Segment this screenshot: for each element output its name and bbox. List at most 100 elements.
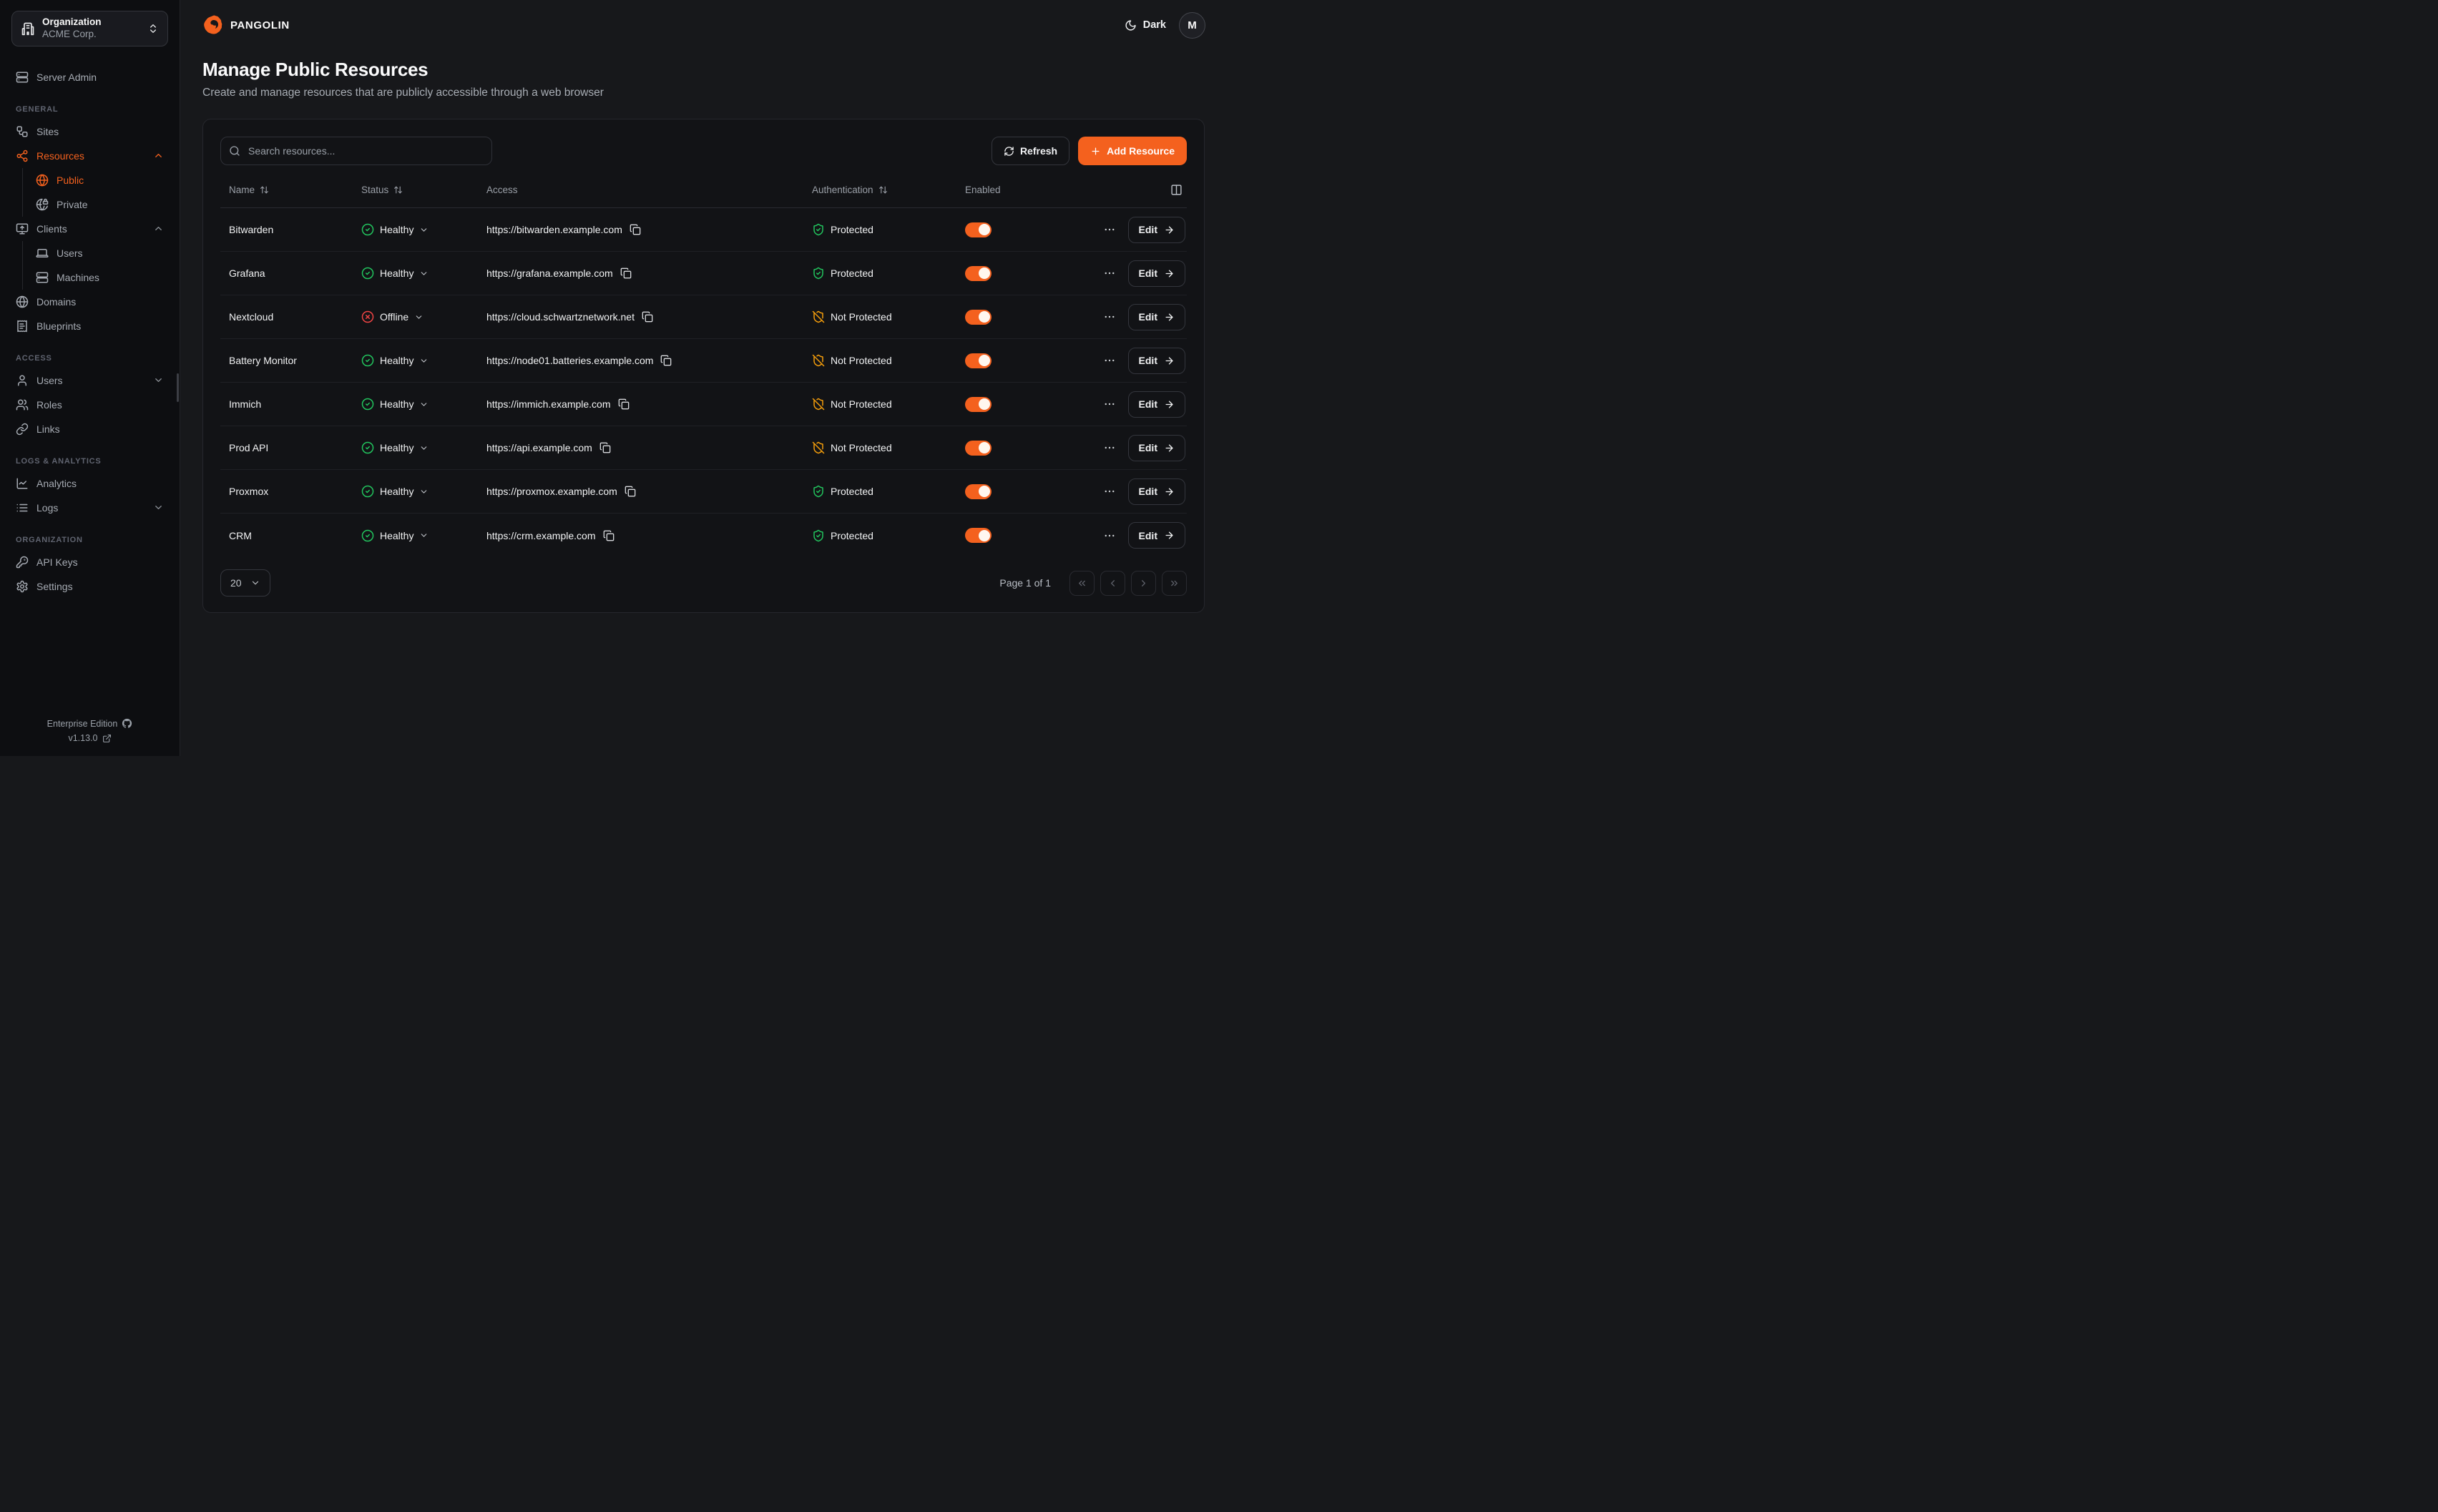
building-icon	[21, 21, 35, 36]
sidebar-item-api-keys[interactable]: API Keys	[11, 550, 168, 574]
enabled-toggle[interactable]	[965, 222, 992, 237]
organization-selector[interactable]: Organization ACME Corp.	[11, 11, 168, 46]
sidebar-item-server-admin[interactable]: Server Admin	[11, 65, 168, 89]
sidebar-item-clients[interactable]: Clients	[11, 217, 168, 241]
sidebar-item-analytics[interactable]: Analytics	[11, 471, 168, 496]
edit-button[interactable]: Edit	[1128, 217, 1185, 243]
version-link[interactable]: v1.13.0	[11, 733, 168, 743]
page-size-select[interactable]: 20	[220, 569, 270, 597]
row-menu-button[interactable]	[1103, 223, 1116, 236]
enabled-toggle[interactable]	[965, 528, 992, 543]
sidebar-item-roles[interactable]: Roles	[11, 393, 168, 417]
page-title: Manage Public Resources	[202, 59, 1205, 81]
copy-url-button[interactable]	[618, 398, 630, 410]
edit-button[interactable]: Edit	[1128, 348, 1185, 374]
status-dropdown[interactable]: Healthy	[361, 267, 429, 280]
gear-icon	[16, 580, 29, 593]
next-page-button[interactable]	[1131, 571, 1156, 596]
edit-button[interactable]: Edit	[1128, 522, 1185, 549]
copy-url-button[interactable]	[642, 311, 653, 323]
status-dropdown[interactable]: Healthy	[361, 485, 429, 498]
section-label-logs-analytics: LOGS & ANALYTICS	[16, 457, 164, 466]
copy-url-button[interactable]	[620, 267, 632, 279]
arrow-right-icon	[1164, 312, 1175, 323]
previous-page-button[interactable]	[1100, 571, 1125, 596]
refresh-label: Refresh	[1020, 145, 1057, 157]
chevron-down-icon	[419, 531, 429, 540]
sidebar-item-users[interactable]: Users	[11, 368, 168, 393]
edit-button[interactable]: Edit	[1128, 391, 1185, 418]
external-link-icon	[102, 734, 112, 743]
page-size-value: 20	[230, 577, 242, 589]
chevrons-left-icon	[1077, 578, 1087, 589]
copy-url-button[interactable]	[603, 530, 615, 541]
column-visibility-button[interactable]	[1170, 184, 1183, 196]
edit-button[interactable]: Edit	[1128, 260, 1185, 287]
table-row: Bitwarden Healthy https://bitwarden.exam…	[220, 208, 1187, 252]
enabled-toggle[interactable]	[965, 484, 992, 499]
authentication-label: Protected	[831, 224, 873, 235]
link-icon	[16, 423, 29, 436]
shield-check-icon	[812, 529, 825, 542]
status-dropdown[interactable]: Healthy	[361, 223, 429, 236]
sidebar-item-links[interactable]: Links	[11, 417, 168, 441]
sidebar-item-resources[interactable]: Resources	[11, 144, 168, 168]
copy-url-button[interactable]	[625, 486, 636, 497]
chevron-down-icon	[414, 313, 424, 322]
sidebar-item-machines[interactable]: Machines	[31, 265, 168, 290]
status-dropdown[interactable]: Healthy	[361, 441, 429, 454]
arrow-right-icon	[1164, 399, 1175, 410]
status-label: Healthy	[380, 530, 413, 541]
enabled-toggle[interactable]	[965, 397, 992, 412]
last-page-button[interactable]	[1162, 571, 1187, 596]
add-resource-button[interactable]: Add Resource	[1078, 137, 1187, 165]
enabled-toggle[interactable]	[965, 266, 992, 281]
edit-button-label: Edit	[1139, 398, 1157, 410]
edit-button[interactable]: Edit	[1128, 478, 1185, 505]
sort-by-authentication[interactable]: Authentication	[812, 185, 888, 195]
sidebar-item-logs[interactable]: Logs	[11, 496, 168, 520]
sidebar-item-sites[interactable]: Sites	[11, 119, 168, 144]
row-menu-button[interactable]	[1103, 398, 1116, 411]
sidebar-item-blueprints[interactable]: Blueprints	[11, 314, 168, 338]
first-page-button[interactable]	[1069, 571, 1095, 596]
sidebar-item-public[interactable]: Public	[31, 168, 168, 192]
sidebar-item-clients-users[interactable]: Users	[31, 241, 168, 265]
edit-button[interactable]: Edit	[1128, 435, 1185, 461]
sidebar-item-label: Domains	[36, 296, 164, 308]
status-dropdown[interactable]: Healthy	[361, 529, 429, 542]
avatar[interactable]: M	[1179, 12, 1205, 39]
search-input[interactable]	[220, 137, 492, 165]
sidebar-item-settings[interactable]: Settings	[11, 574, 168, 599]
row-menu-button[interactable]	[1103, 310, 1116, 323]
status-dropdown[interactable]: Healthy	[361, 398, 429, 411]
row-menu-button[interactable]	[1103, 529, 1116, 542]
sidebar-item-domains[interactable]: Domains	[11, 290, 168, 314]
copy-url-button[interactable]	[599, 442, 611, 453]
copy-url-button[interactable]	[660, 355, 672, 366]
refresh-button[interactable]: Refresh	[992, 137, 1069, 165]
row-menu-button[interactable]	[1103, 354, 1116, 367]
sidebar-scrollbar-thumb[interactable]	[177, 373, 179, 402]
edition-link[interactable]: Enterprise Edition	[11, 718, 168, 729]
sort-by-status[interactable]: Status	[361, 185, 403, 195]
shield-off-icon	[812, 441, 825, 454]
sidebar-item-private[interactable]: Private	[31, 192, 168, 217]
enabled-toggle[interactable]	[965, 441, 992, 456]
edit-button[interactable]: Edit	[1128, 304, 1185, 330]
enabled-toggle[interactable]	[965, 353, 992, 368]
topbar: PANGOLIN Dark M	[202, 0, 1205, 50]
sort-by-name[interactable]: Name	[229, 185, 269, 195]
toggle-knob	[979, 267, 990, 279]
row-menu-button[interactable]	[1103, 485, 1116, 498]
enabled-toggle[interactable]	[965, 310, 992, 325]
resource-name: Proxmox	[229, 486, 268, 497]
row-menu-button[interactable]	[1103, 267, 1116, 280]
status-dropdown[interactable]: Healthy	[361, 354, 429, 367]
theme-toggle[interactable]: Dark	[1125, 19, 1166, 31]
table-row: Grafana Healthy https://grafana.example.…	[220, 252, 1187, 295]
row-menu-button[interactable]	[1103, 441, 1116, 454]
copy-url-button[interactable]	[630, 224, 641, 235]
brand-logo[interactable]: PANGOLIN	[202, 14, 290, 36]
status-dropdown[interactable]: Offline	[361, 310, 424, 323]
